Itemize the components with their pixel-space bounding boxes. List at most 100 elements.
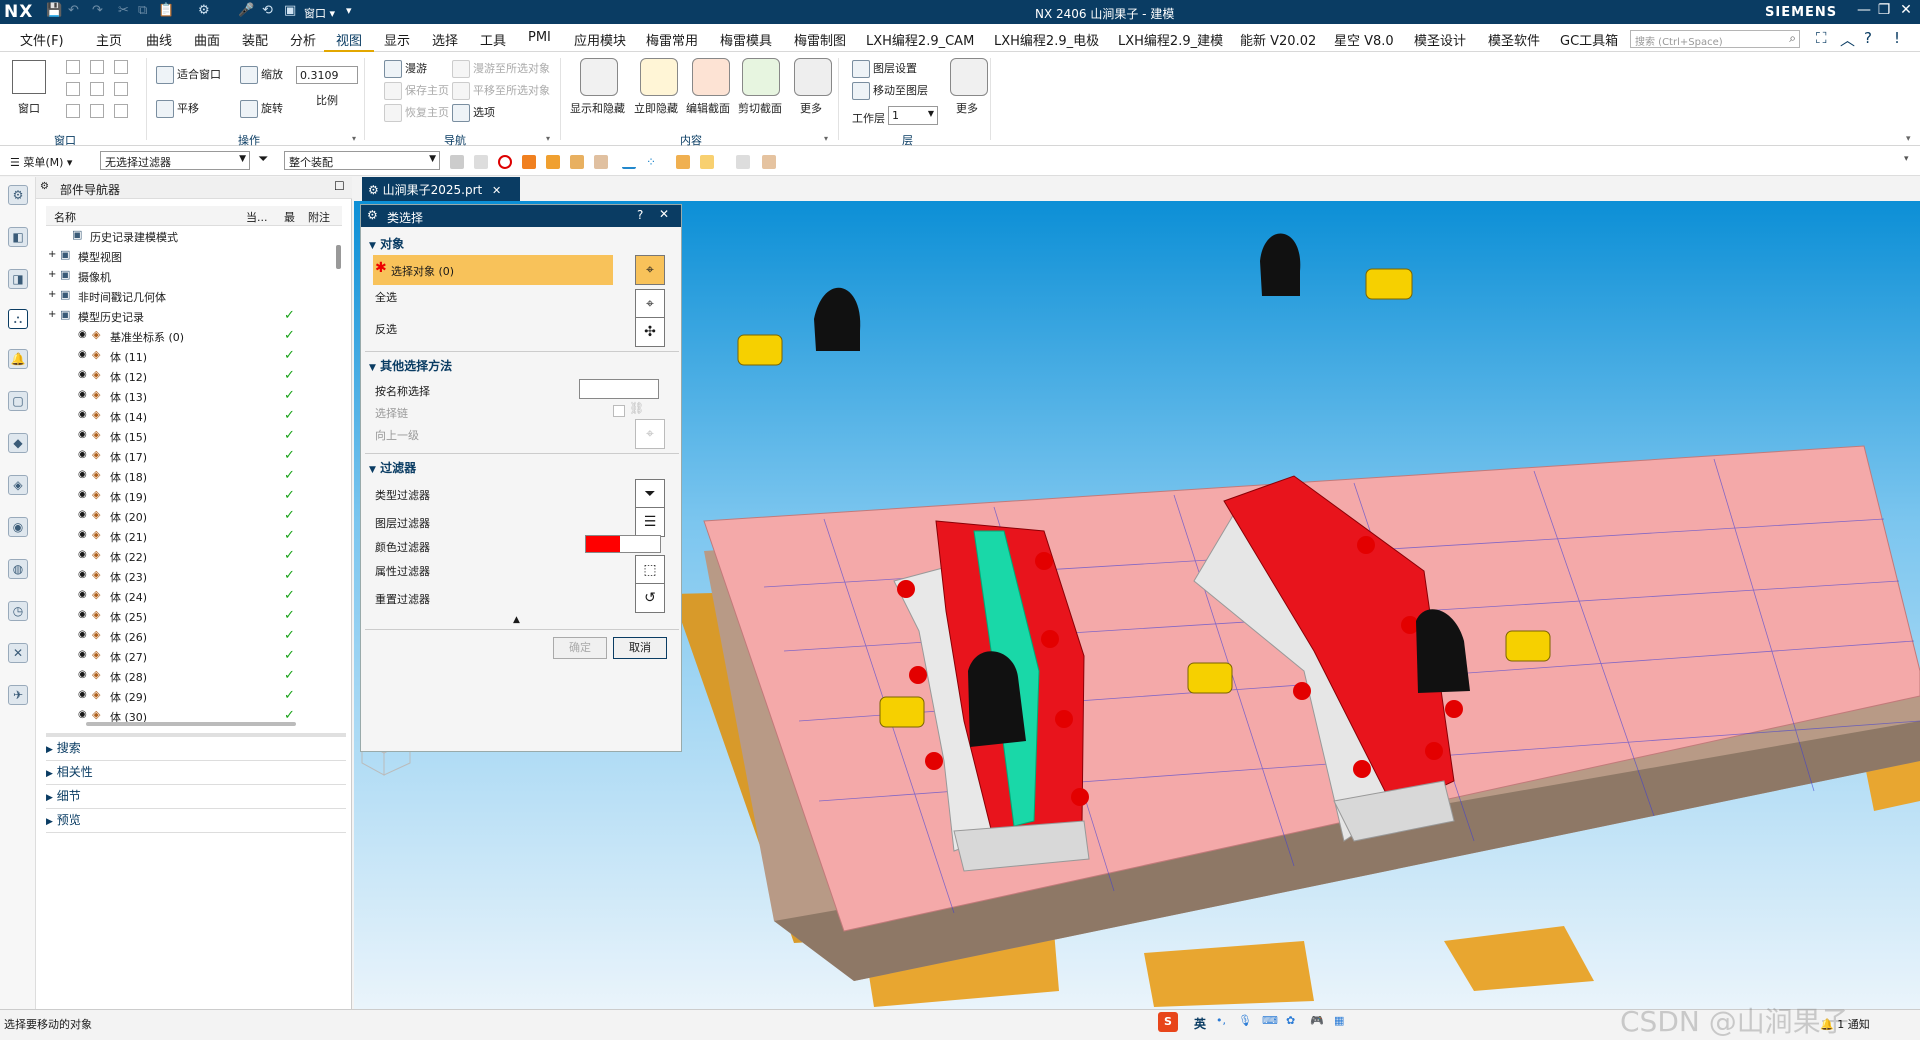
crosshair-icon[interactable]: ⌖ <box>635 255 665 285</box>
tab-gc-toolbox[interactable]: GC工具箱 <box>1560 30 1618 49</box>
help-icon[interactable]: ? <box>637 208 643 222</box>
tree-node[interactable]: ◉ ◈ 体 (20) ✓ <box>46 506 342 526</box>
notification-icon[interactable]: 🔔 <box>8 349 28 369</box>
tree-node[interactable]: + ▣ 非时间戳记几何体 <box>46 286 342 306</box>
visibility-eye-icon[interactable]: ◉ <box>78 569 87 580</box>
assembly-navigator-icon[interactable]: ◧ <box>8 227 28 247</box>
close-icon[interactable]: ✕ <box>1894 2 1918 18</box>
ok-button[interactable]: 确定 <box>553 637 607 659</box>
group-expand-icon[interactable]: ▾ <box>824 134 828 143</box>
menu-file[interactable]: 文件(F) <box>20 30 64 49</box>
visibility-eye-icon[interactable]: ◉ <box>78 549 87 560</box>
zoom-scale-input[interactable]: 0.3109 <box>296 66 358 84</box>
command-search-input[interactable]: 搜索 (Ctrl+Space) ⌕ <box>1630 30 1800 48</box>
visibility-eye-icon[interactable]: ◉ <box>78 509 87 520</box>
walk-button[interactable]: 漫游 <box>384 60 427 78</box>
layout-top-icon[interactable] <box>114 82 128 96</box>
tree-node[interactable]: ▣ 历史记录建模模式 <box>46 226 342 246</box>
reuse-library-icon[interactable]: ▢ <box>8 391 28 411</box>
edit-section-icon[interactable] <box>692 58 730 96</box>
expand-icon[interactable]: + <box>48 269 56 280</box>
visibility-eye-icon[interactable]: ◉ <box>78 589 87 600</box>
select-mode-icon[interactable] <box>474 155 488 169</box>
tab-applications[interactable]: 应用模块 <box>574 30 626 49</box>
visibility-eye-icon[interactable]: ◉ <box>78 349 87 360</box>
accordion-search[interactable]: ▶ 搜索 <box>46 739 346 761</box>
layout-horizontal-icon[interactable] <box>114 104 128 118</box>
layout-bottom-icon[interactable] <box>66 104 80 118</box>
point-select-icon[interactable]: ⁘ <box>646 155 660 169</box>
window-switch-icon[interactable]: ▣ <box>284 3 296 18</box>
rotate-button[interactable]: 旋转 <box>240 100 283 118</box>
select-all-button[interactable]: ⌖ <box>635 289 665 319</box>
layout-four-icon[interactable] <box>114 60 128 74</box>
cancel-button[interactable]: 取消 <box>613 637 667 659</box>
close-tab-icon[interactable]: ✕ <box>492 184 501 197</box>
group-expand-icon[interactable]: ▾ <box>546 134 550 143</box>
restore-home-button[interactable]: 恢复主页 <box>384 104 449 122</box>
select-object-row[interactable]: ✱ 选择对象 (0) <box>373 255 613 285</box>
tree-node[interactable]: ◉ ◈ 体 (15) ✓ <box>46 426 342 446</box>
select-chain-checkbox[interactable] <box>613 405 625 417</box>
visibility-eye-icon[interactable]: ◉ <box>78 529 87 540</box>
snap-option-icon[interactable] <box>700 155 714 169</box>
tree-node[interactable]: ◉ ◈ 体 (21) ✓ <box>46 526 342 546</box>
tree-node[interactable]: ◉ ◈ 体 (28) ✓ <box>46 666 342 686</box>
tab-xingkong[interactable]: 星空 V8.0 <box>1334 30 1394 49</box>
type-filter-button[interactable]: ⏷ <box>635 479 665 509</box>
section-other-methods[interactable]: ▼ 其他选择方法 <box>369 357 452 374</box>
visibility-eye-icon[interactable]: ◉ <box>78 669 87 680</box>
collapse-icon[interactable]: ▲ <box>513 615 520 625</box>
visibility-eye-icon[interactable]: ◉ <box>78 629 87 640</box>
move-to-layer-button[interactable]: 移动至图层 <box>852 82 928 100</box>
tree-node[interactable]: ◉ ◈ 体 (27) ✓ <box>46 646 342 666</box>
redo-icon[interactable]: ↷ <box>92 3 103 18</box>
snap-point-icon[interactable] <box>676 155 690 169</box>
by-name-input[interactable] <box>579 379 659 399</box>
tab-lxh-modeling[interactable]: LXH编程2.9_建模 <box>1118 30 1223 49</box>
section-filter[interactable]: ▼ 过滤器 <box>369 459 416 476</box>
menu-button[interactable]: ☰ 菜单(M) ▾ <box>10 154 72 170</box>
column-latest[interactable]: 最 <box>284 209 295 225</box>
close-icon[interactable]: ✕ <box>659 207 669 221</box>
tree-node[interactable]: ◉ ◈ 体 (29) ✓ <box>46 686 342 706</box>
tab-mosheng-software[interactable]: 模圣软件 <box>1488 30 1540 49</box>
layout-left-icon[interactable] <box>66 82 80 96</box>
window-icon[interactable] <box>12 60 46 94</box>
tree-node[interactable]: ◉ ◈ 体 (12) ✓ <box>46 366 342 386</box>
tab-view[interactable]: 视图 <box>336 30 362 49</box>
expand-icon[interactable]: + <box>48 249 56 260</box>
tab-lxh-cam[interactable]: LXH编程2.9_CAM <box>866 30 974 49</box>
walk-to-object-button[interactable]: 漫游至所选对象 <box>452 60 550 78</box>
tab-analysis[interactable]: 分析 <box>290 30 316 49</box>
search-icon[interactable]: ⌕ <box>1789 31 1796 46</box>
document-tab[interactable]: ⚙ 山涧果子2025.prt ✕ <box>362 177 520 201</box>
tab-curve[interactable]: 曲线 <box>146 30 172 49</box>
tab-lxh-electrode[interactable]: LXH编程2.9_电极 <box>994 30 1099 49</box>
edit-section-button[interactable]: 编辑截面 <box>686 100 730 116</box>
keyboard-icon[interactable]: ⌨ <box>1262 1014 1278 1027</box>
layout-split-icon[interactable] <box>90 60 104 74</box>
paste-icon[interactable]: 📋 <box>158 3 174 18</box>
invert-selection-button[interactable]: ✣ <box>635 317 665 347</box>
tree-node[interactable]: ◉ ◈ 体 (23) ✓ <box>46 566 342 586</box>
tree-node[interactable]: + ▣ 摄像机 <box>46 266 342 286</box>
tree-node[interactable]: ◉ ◈ 体 (17) ✓ <box>46 446 342 466</box>
notification-count[interactable]: 🔔 1 通知 <box>1820 1016 1870 1032</box>
up-level-button[interactable]: ⌖ <box>635 419 665 449</box>
save-home-button[interactable]: 保存主页 <box>384 82 449 100</box>
tree-node[interactable]: ◉ ◈ 体 (13) ✓ <box>46 386 342 406</box>
visibility-eye-icon[interactable]: ◉ <box>78 709 87 720</box>
toolbox-icon[interactable]: ▦ <box>1334 1014 1344 1027</box>
tab-assembly[interactable]: 装配 <box>242 30 268 49</box>
fit-window-button[interactable]: 适合窗口 <box>156 66 221 84</box>
settings-icon[interactable]: ⚙ <box>8 185 28 205</box>
face-select-icon[interactable] <box>546 155 560 169</box>
visibility-eye-icon[interactable]: ◉ <box>78 329 87 340</box>
render-icon[interactable] <box>762 155 776 169</box>
layer-settings-button[interactable]: 图层设置 <box>852 60 917 78</box>
layer-filter-button[interactable]: ☰ <box>635 507 665 537</box>
tree-h-scrollbar[interactable] <box>86 722 296 726</box>
clock-icon[interactable]: ◷ <box>8 601 28 621</box>
tab-pmi[interactable]: PMI <box>528 30 551 45</box>
